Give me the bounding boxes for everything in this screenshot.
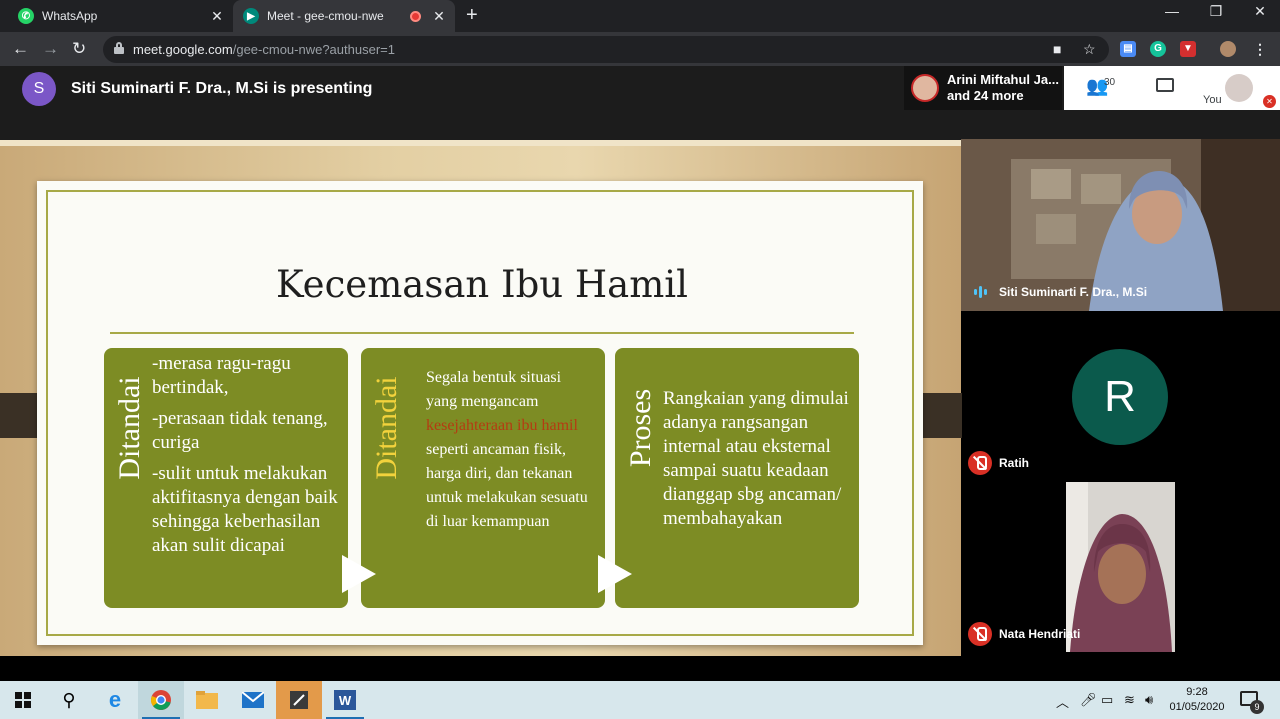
url-text: meet.google.com/gee-cmou-nwe?authuser=1 <box>133 42 395 57</box>
meet-header: S Siti Suminarti F. Dra., M.Si is presen… <box>0 66 1280 140</box>
avatar <box>911 74 939 102</box>
slide-title: Kecemasan Ibu Hamil <box>276 263 688 306</box>
edge-icon[interactable]: e <box>92 681 138 719</box>
speaking-indicator-icon <box>974 286 987 298</box>
slide: Kecemasan Ibu Hamil Ditandai -merasa rag… <box>37 181 923 645</box>
presenting-label: Siti Suminarti F. Dra., M.Si is presenti… <box>71 80 373 97</box>
minimize-button[interactable]: — <box>1150 3 1194 19</box>
docs-extension-icon[interactable]: ▤ <box>1120 41 1136 57</box>
tab-meet[interactable]: ▶ Meet - gee-cmou-nwe ✕ <box>233 0 455 32</box>
wifi-icon[interactable]: ≋ <box>1124 692 1135 708</box>
mail-icon[interactable] <box>230 681 276 719</box>
slide-divider <box>110 332 854 334</box>
show-hidden-icons-icon[interactable]: ︿ <box>1056 692 1069 711</box>
address-bar[interactable]: meet.google.com/gee-cmou-nwe?authuser=1 … <box>103 36 1109 63</box>
lock-icon <box>114 42 124 54</box>
card-line: -sulit untuk melakukan aktifitasnya deng… <box>152 463 338 556</box>
sticky-app-icon[interactable] <box>276 681 322 719</box>
windows-logo-icon <box>15 692 31 708</box>
close-tab-icon[interactable]: ✕ <box>207 8 227 25</box>
attendee-name: Arini Miftahul Ja... <box>947 72 1059 87</box>
word-icon[interactable]: W <box>322 681 368 719</box>
new-tab-button[interactable]: + <box>466 4 478 27</box>
reload-button[interactable]: ↻ <box>72 39 86 59</box>
participant-avatar: R <box>1072 349 1168 445</box>
svg-text:W: W <box>339 693 352 708</box>
slide-card-2: Ditandai Segala bentuk situasi yang meng… <box>361 348 605 608</box>
close-tab-icon[interactable]: ✕ <box>429 8 449 25</box>
windows-taskbar: ⚲ e W ︿ 🎤︎ ▭ ≋ 🔊︎ 9:28 01/05/2020 9 <box>0 681 1280 719</box>
start-button[interactable] <box>0 681 46 719</box>
meet-controls: 👥 30 You ✕ <box>1064 66 1280 110</box>
arrow-right-icon <box>598 555 632 593</box>
microphone-icon[interactable]: 🎤︎ <box>1080 692 1097 708</box>
self-label: You <box>1203 94 1222 106</box>
close-window-button[interactable]: ✕ <box>1238 3 1280 20</box>
card-vertical-label: Ditandai <box>370 376 403 480</box>
tab-whatsapp[interactable]: ✆ WhatsApp ✕ <box>8 0 233 32</box>
browser-toolbar: ← → ↻ meet.google.com/gee-cmou-nwe?authu… <box>0 32 1280 66</box>
card-text: Segala bentuk situasi yang mengancam kes… <box>426 369 588 530</box>
attendees-summary[interactable]: Arini Miftahul Ja... and 24 more <box>904 66 1062 110</box>
participant-name: Siti Suminarti F. Dra., M.Si <box>999 285 1148 299</box>
profile-avatar[interactable] <box>1220 41 1236 57</box>
participant-video <box>1066 482 1175 652</box>
volume-icon[interactable]: 🔊︎ <box>1145 692 1153 708</box>
notification-count: 9 <box>1250 700 1264 714</box>
forward-button[interactable]: → <box>42 39 59 59</box>
clock-time: 9:28 <box>1186 686 1208 698</box>
card-line: -perasaan tidak tenang, curiga <box>152 408 328 453</box>
back-button[interactable]: ← <box>12 39 29 59</box>
browser-tab-bar: ✆ WhatsApp ✕ ▶ Meet - gee-cmou-nwe ✕ + —… <box>0 0 1280 32</box>
chrome-icon[interactable] <box>138 681 184 719</box>
participant-name: Nata Hendriati <box>999 627 1081 641</box>
menu-icon[interactable]: ⋮ <box>1252 41 1268 57</box>
whatsapp-icon: ✆ <box>18 8 34 24</box>
slide-card-3: Proses Rangkaian yang dimulai adanya ran… <box>615 348 859 608</box>
search-icon[interactable]: ⚲ <box>46 681 92 719</box>
tab-title: Meet - gee-cmou-nwe <box>267 9 384 23</box>
participant-tile-nata[interactable] <box>1066 482 1175 652</box>
bookmark-star-icon[interactable]: ☆ <box>1083 41 1096 58</box>
recording-icon <box>410 10 421 22</box>
mic-off-icon: ✕ <box>1263 95 1276 108</box>
card-text: Rangkaian yang dimulai adanya rangsangan… <box>663 388 849 529</box>
restore-button[interactable]: ❐ <box>1194 3 1238 20</box>
participant-name: Ratih <box>999 456 1029 470</box>
presenter-avatar: S <box>22 72 56 106</box>
highlight-text: kesejahteraan ibu hamil <box>426 417 578 434</box>
grammarly-extension-icon[interactable]: G <box>1150 41 1166 57</box>
system-clock[interactable]: 9:28 01/05/2020 <box>1166 685 1228 715</box>
file-explorer-icon[interactable] <box>184 681 230 719</box>
mic-off-icon <box>968 622 992 646</box>
tab-title: WhatsApp <box>42 9 98 23</box>
chat-icon[interactable] <box>1156 78 1174 92</box>
self-avatar <box>1225 74 1253 102</box>
card-line: -merasa ragu-ragu bertindak, <box>152 353 291 398</box>
save-extension-icon[interactable]: ▼ <box>1180 41 1196 57</box>
people-count: 30 <box>1104 77 1116 88</box>
battery-icon[interactable]: ▭ <box>1101 692 1113 708</box>
card-vertical-label: Proses <box>624 388 657 468</box>
mic-off-icon <box>968 451 992 475</box>
slide-card-1: Ditandai -merasa ragu-ragu bertindak, -p… <box>104 348 348 608</box>
camera-icon[interactable]: ■ <box>1053 41 1061 57</box>
arrow-right-icon <box>342 555 376 593</box>
clock-date: 01/05/2020 <box>1169 701 1225 713</box>
attendee-more: and 24 more <box>947 88 1024 103</box>
card-vertical-label: Ditandai <box>113 376 146 480</box>
meet-icon: ▶ <box>243 8 259 24</box>
